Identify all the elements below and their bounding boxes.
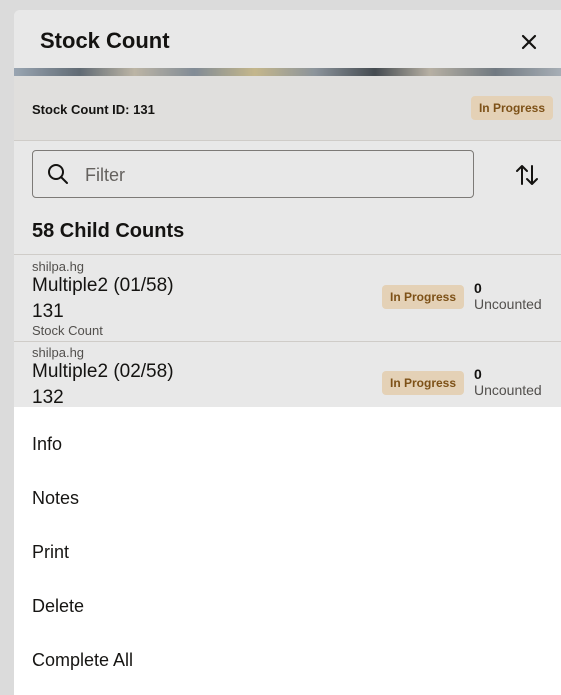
menu-item-notes[interactable]: Notes xyxy=(14,472,561,526)
menu-item-info[interactable]: Info xyxy=(14,418,561,472)
menu-item-label: Notes xyxy=(32,488,80,508)
menu-item-label: Info xyxy=(32,434,63,454)
menu-item-print[interactable]: Print xyxy=(14,526,561,580)
menu-item-label: Delete xyxy=(32,596,85,616)
menu-item-delete[interactable]: Delete xyxy=(14,580,561,634)
menu-item-complete-all[interactable]: Complete All xyxy=(14,634,561,688)
menu-item-label: Print xyxy=(32,542,70,562)
action-menu-sheet: Info Notes Print Delete Complete All xyxy=(14,407,561,695)
menu-item-label: Complete All xyxy=(32,650,134,670)
